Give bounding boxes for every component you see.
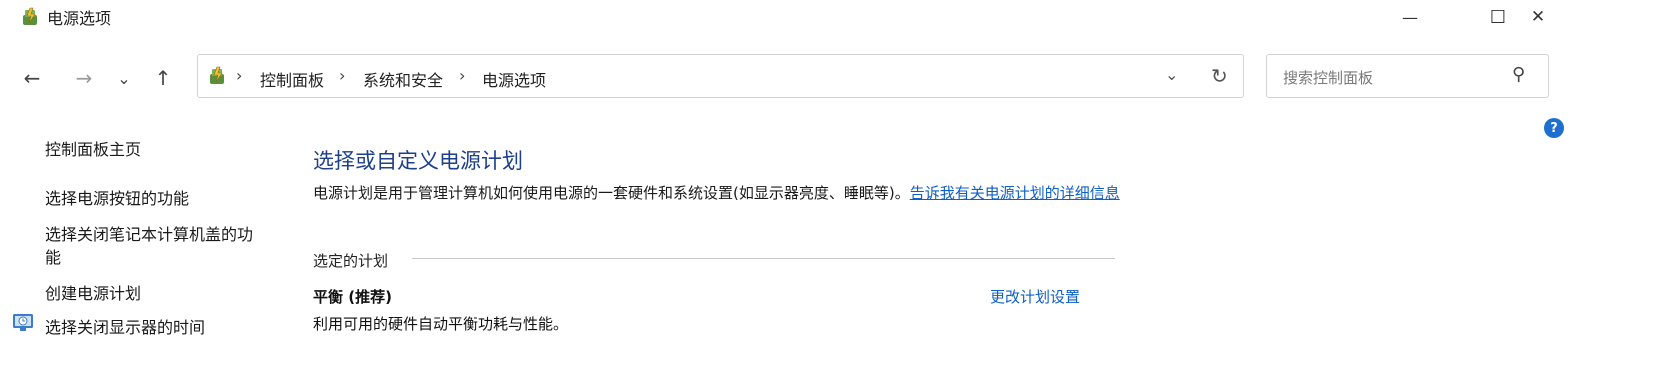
breadcrumb-separator: › <box>459 66 466 85</box>
section-divider <box>412 258 1115 259</box>
power-options-icon <box>207 65 229 87</box>
forward-button[interactable]: → <box>68 62 100 94</box>
plan-explanation: 电源计划是用于管理计算机如何使用电源的一套硬件和系统设置(如显示器亮度、睡眠等)… <box>313 181 1123 205</box>
address-dropdown-icon[interactable]: ⌄ <box>1165 65 1178 84</box>
minimize-icon: — <box>1402 7 1418 27</box>
breadcrumb-control-panel[interactable]: 控制面板 <box>260 67 324 91</box>
plan-explanation-text: 电源计划是用于管理计算机如何使用电源的一套硬件和系统设置(如显示器亮度、睡眠等)… <box>313 184 910 202</box>
sidebar-item-control-panel-home[interactable]: 控制面板主页 <box>45 136 141 160</box>
forward-arrow-icon: → <box>75 66 93 90</box>
plan-name: 平衡 (推荐) <box>313 288 392 306</box>
close-button[interactable]: ✕ <box>1508 0 1568 34</box>
back-arrow-icon: ← <box>23 66 41 90</box>
minimize-button[interactable]: — <box>1380 0 1440 34</box>
sidebar-item-power-button[interactable]: 选择电源按钮的功能 <box>45 185 189 209</box>
breadcrumb-separator: › <box>339 66 346 85</box>
chevron-down-icon: ⌄ <box>117 68 131 88</box>
page-title: 选择或自定义电源计划 <box>313 149 523 173</box>
breadcrumb-system-security[interactable]: 系统和安全 <box>363 67 443 91</box>
breadcrumb-power-options[interactable]: 电源选项 <box>482 67 546 91</box>
breadcrumb-separator: › <box>236 66 243 85</box>
up-arrow-icon: ↑ <box>154 66 172 90</box>
selected-plan-label: 选定的计划 <box>313 252 389 270</box>
recent-locations-button[interactable]: ⌄ <box>108 62 140 94</box>
help-icon[interactable]: ? <box>1544 118 1564 138</box>
sidebar-item-lid-close-continued[interactable]: 能 <box>45 244 61 268</box>
sidebar-item-lid-close[interactable]: 选择关闭笔记本计算机盖的功 <box>45 221 253 245</box>
learn-more-link[interactable]: 告诉我有关电源计划的详细信息 <box>910 184 1120 202</box>
back-button[interactable]: ← <box>16 62 48 94</box>
sidebar-item-display-off-time[interactable]: 选择关闭显示器的时间 <box>45 314 205 338</box>
refresh-icon[interactable]: ↻ <box>1211 64 1228 88</box>
power-options-icon <box>20 6 42 28</box>
title-bar: 电源选项 — ☐ ✕ <box>0 0 1671 38</box>
window-title: 电源选项 <box>47 9 112 28</box>
search-input[interactable]: 搜索控制面板 <box>1283 67 1373 88</box>
sidebar-item-create-plan[interactable]: 创建电源计划 <box>45 280 141 304</box>
search-icon[interactable]: ⚲ <box>1512 64 1525 85</box>
display-timer-icon <box>12 312 34 332</box>
up-button[interactable]: ↑ <box>147 62 179 94</box>
plan-description: 利用可用的硬件自动平衡功耗与性能。 <box>313 315 569 333</box>
address-bar[interactable]: › 控制面板 › 系统和安全 › 电源选项 ⌄ ↻ <box>197 54 1244 98</box>
close-icon: ✕ <box>1530 7 1546 27</box>
search-box[interactable]: 搜索控制面板 ⚲ <box>1266 54 1549 98</box>
change-plan-settings-link[interactable]: 更改计划设置 <box>990 286 1080 307</box>
maximize-icon: ☐ <box>1489 6 1507 28</box>
